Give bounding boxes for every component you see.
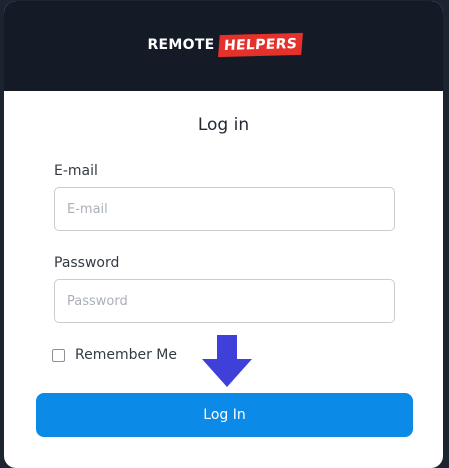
email-field[interactable] — [54, 187, 395, 231]
remember-me-checkbox[interactable] — [52, 348, 65, 362]
login-card: REMOTE HELPERS Log in E-mail Password Re… — [4, 1, 443, 468]
logo: REMOTE HELPERS — [147, 32, 303, 58]
password-field[interactable] — [54, 279, 395, 323]
logo-text-remote: REMOTE — [147, 37, 215, 53]
header: REMOTE HELPERS — [4, 1, 443, 91]
login-button[interactable]: Log In — [36, 393, 413, 437]
logo-text-helpers: HELPERS — [217, 32, 303, 58]
email-label: E-mail — [54, 163, 98, 179]
remember-me-label: Remember Me — [75, 347, 177, 363]
remember-me[interactable]: Remember Me — [52, 347, 177, 363]
password-label: Password — [54, 255, 120, 271]
arrow-down-icon — [202, 335, 252, 387]
page-title: Log in — [197, 115, 250, 135]
